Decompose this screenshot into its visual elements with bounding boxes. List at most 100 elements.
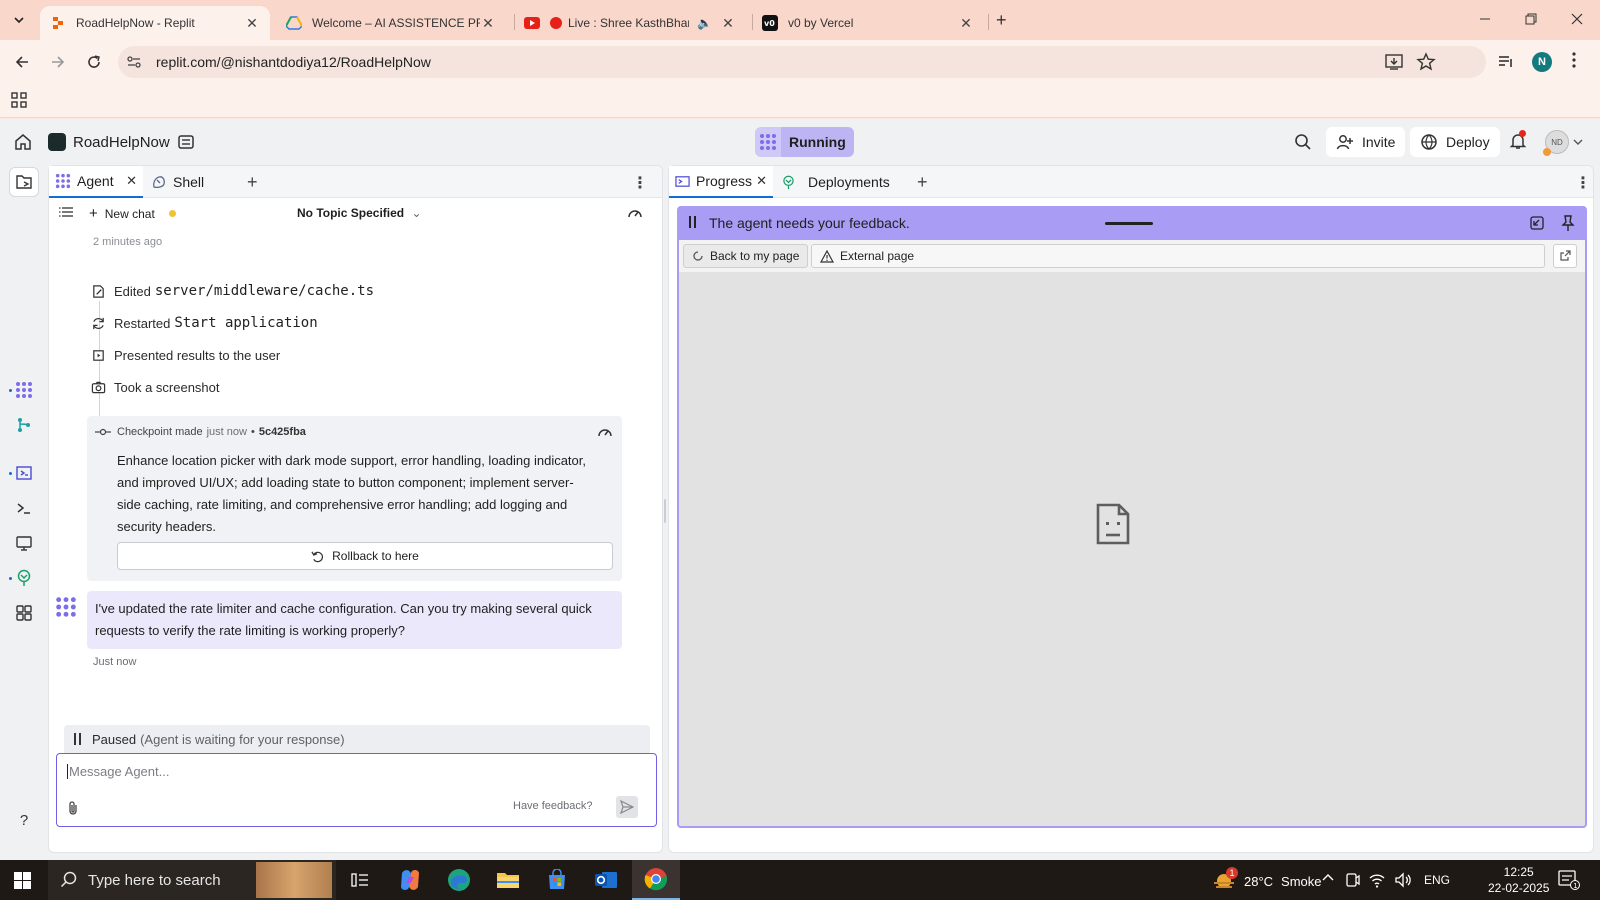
drag-handle[interactable] bbox=[1105, 222, 1153, 225]
repl-info-icon[interactable] bbox=[177, 133, 195, 151]
message-composer[interactable]: Message Agent... Have feedback? bbox=[56, 753, 657, 827]
site-settings-icon[interactable] bbox=[126, 54, 142, 70]
git-branch-icon[interactable] bbox=[14, 415, 34, 435]
reload-button[interactable] bbox=[82, 50, 106, 74]
windows-start-icon[interactable] bbox=[14, 872, 31, 889]
message-input[interactable]: Message Agent... bbox=[67, 764, 169, 779]
tab-agent[interactable]: Agent ✕ bbox=[49, 166, 143, 198]
kebab-menu-icon[interactable]: ⋮ bbox=[1575, 173, 1591, 193]
address-bar[interactable]: replit.com/@nishantdodiya12/RoadHelpNow bbox=[118, 46, 1486, 78]
send-button[interactable] bbox=[616, 796, 638, 818]
restore-button[interactable] bbox=[1516, 8, 1546, 30]
open-in-new-tab-icon[interactable] bbox=[1553, 244, 1577, 268]
external-page-indicator[interactable]: External page bbox=[811, 244, 1545, 268]
usage-gauge-icon[interactable] bbox=[627, 206, 643, 220]
tab-deployments[interactable]: Deployments bbox=[775, 166, 905, 198]
home-icon[interactable] bbox=[14, 133, 32, 151]
close-window-button[interactable] bbox=[1562, 8, 1592, 30]
microsoft-store-icon[interactable] bbox=[533, 860, 581, 900]
rail-indicator-dot bbox=[9, 577, 12, 580]
close-icon[interactable]: ✕ bbox=[720, 15, 736, 32]
edge-icon[interactable] bbox=[435, 860, 483, 900]
browser-tab-replit[interactable]: RoadHelpNow - Replit ✕ bbox=[40, 6, 270, 40]
meet-now-icon[interactable] bbox=[1346, 872, 1360, 888]
all-tools-icon[interactable] bbox=[14, 603, 34, 623]
file-explorer-icon[interactable] bbox=[484, 860, 532, 900]
browser-tab-v0[interactable]: v0 v0 by Vercel ✕ bbox=[752, 6, 984, 40]
add-tab-button[interactable]: + bbox=[247, 172, 258, 193]
present-icon bbox=[93, 349, 104, 361]
live-record-icon bbox=[550, 17, 562, 29]
notification-center-icon[interactable]: 1 bbox=[1558, 870, 1580, 890]
outlook-icon[interactable] bbox=[582, 860, 630, 900]
tab-search-button[interactable] bbox=[6, 8, 32, 32]
checkpoint-hash[interactable]: 5c425fba bbox=[259, 426, 306, 438]
tab-progress[interactable]: Progress ✕ bbox=[669, 166, 773, 198]
new-tab-button[interactable]: + bbox=[996, 10, 1007, 31]
input-language[interactable]: ENG bbox=[1424, 873, 1450, 887]
profile-avatar[interactable]: N bbox=[1532, 52, 1552, 72]
kebab-menu-icon[interactable] bbox=[1572, 52, 1576, 68]
checkpoint-header: Checkpoint made just now • 5c425fba bbox=[95, 426, 306, 438]
usage-gauge-icon[interactable] bbox=[597, 425, 613, 439]
chevron-up-icon[interactable] bbox=[1322, 872, 1334, 882]
feedback-link[interactable]: Have feedback? bbox=[513, 800, 593, 812]
pop-out-icon[interactable] bbox=[1529, 215, 1545, 231]
tab-shell[interactable]: Shell bbox=[145, 166, 237, 198]
chevron-down-icon bbox=[14, 17, 24, 24]
taskbar-search[interactable]: Type here to search bbox=[48, 860, 336, 900]
close-icon[interactable]: ✕ bbox=[958, 15, 974, 32]
invite-button[interactable]: Invite bbox=[1326, 127, 1406, 157]
kebab-menu-icon[interactable]: ⋮ bbox=[632, 173, 648, 193]
chrome-icon[interactable] bbox=[632, 860, 680, 900]
minimize-button[interactable] bbox=[1470, 8, 1500, 30]
file-tree-icon[interactable] bbox=[9, 167, 39, 197]
apps-grid-icon[interactable] bbox=[11, 92, 27, 108]
feedback-banner-text: The agent needs your feedback. bbox=[709, 215, 910, 231]
progress-icon bbox=[675, 175, 690, 187]
forward-button[interactable] bbox=[46, 50, 70, 74]
topic-selector[interactable]: No Topic Specified ⌄ bbox=[297, 206, 422, 220]
install-app-icon[interactable] bbox=[1384, 52, 1404, 72]
back-button[interactable] bbox=[10, 50, 34, 74]
task-view-icon[interactable] bbox=[336, 860, 384, 900]
speaker-icon[interactable]: 🔈 bbox=[697, 16, 712, 30]
agent-icon[interactable] bbox=[14, 380, 34, 400]
browser-tab-welcome[interactable]: Welcome – AI ASSISTENCE PRO ✕ bbox=[276, 6, 506, 40]
close-icon[interactable]: ✕ bbox=[244, 15, 260, 32]
run-status-button[interactable]: Running bbox=[755, 127, 854, 157]
wifi-icon[interactable] bbox=[1368, 872, 1386, 888]
rollback-button[interactable]: Rollback to here bbox=[117, 542, 613, 570]
monitor-icon[interactable] bbox=[14, 533, 34, 553]
pane-resize-handle[interactable] bbox=[664, 499, 666, 523]
system-clock[interactable]: 12:25 22-02-2025 bbox=[1488, 864, 1549, 896]
paused-status: Paused (Agent is waiting for your respon… bbox=[64, 725, 650, 753]
close-icon[interactable]: ✕ bbox=[126, 173, 137, 189]
back-to-my-page-button[interactable]: Back to my page bbox=[683, 244, 809, 268]
paperclip-icon[interactable] bbox=[67, 800, 79, 816]
preview-icon[interactable] bbox=[14, 463, 34, 483]
add-tab-button[interactable]: + bbox=[917, 172, 928, 193]
weather-widget[interactable]: 1 28°C Smoke bbox=[1212, 867, 1322, 891]
console-icon[interactable] bbox=[14, 498, 34, 518]
svg-text:v0: v0 bbox=[764, 19, 775, 28]
browser-tab-live[interactable]: Live : Shree KasthBhanja 🔈 ✕ bbox=[514, 6, 746, 40]
copilot-icon[interactable] bbox=[386, 860, 434, 900]
tab-label: Agent bbox=[77, 173, 114, 189]
repl-name[interactable]: RoadHelpNow bbox=[73, 134, 170, 151]
help-icon[interactable]: ? bbox=[14, 810, 34, 830]
close-icon[interactable]: ✕ bbox=[756, 173, 767, 189]
media-controls-button[interactable] bbox=[1494, 50, 1518, 74]
deploy-button[interactable]: Deploy bbox=[1410, 127, 1500, 157]
close-icon[interactable]: ✕ bbox=[480, 15, 496, 32]
pin-icon[interactable] bbox=[1561, 214, 1575, 232]
deployments-icon[interactable] bbox=[14, 568, 34, 588]
bookmark-star-icon[interactable] bbox=[1416, 52, 1436, 72]
new-chat-button[interactable]: + New chat bbox=[89, 205, 155, 222]
volume-icon[interactable] bbox=[1394, 872, 1412, 888]
chat-history-icon[interactable] bbox=[59, 206, 73, 218]
chevron-down-icon[interactable] bbox=[1573, 138, 1583, 146]
action-file[interactable]: server/middleware/cache.ts bbox=[155, 283, 374, 299]
workspace-header: RoadHelpNow Running Invite Deploy ND bbox=[0, 119, 1600, 165]
search-icon[interactable] bbox=[1294, 133, 1312, 151]
